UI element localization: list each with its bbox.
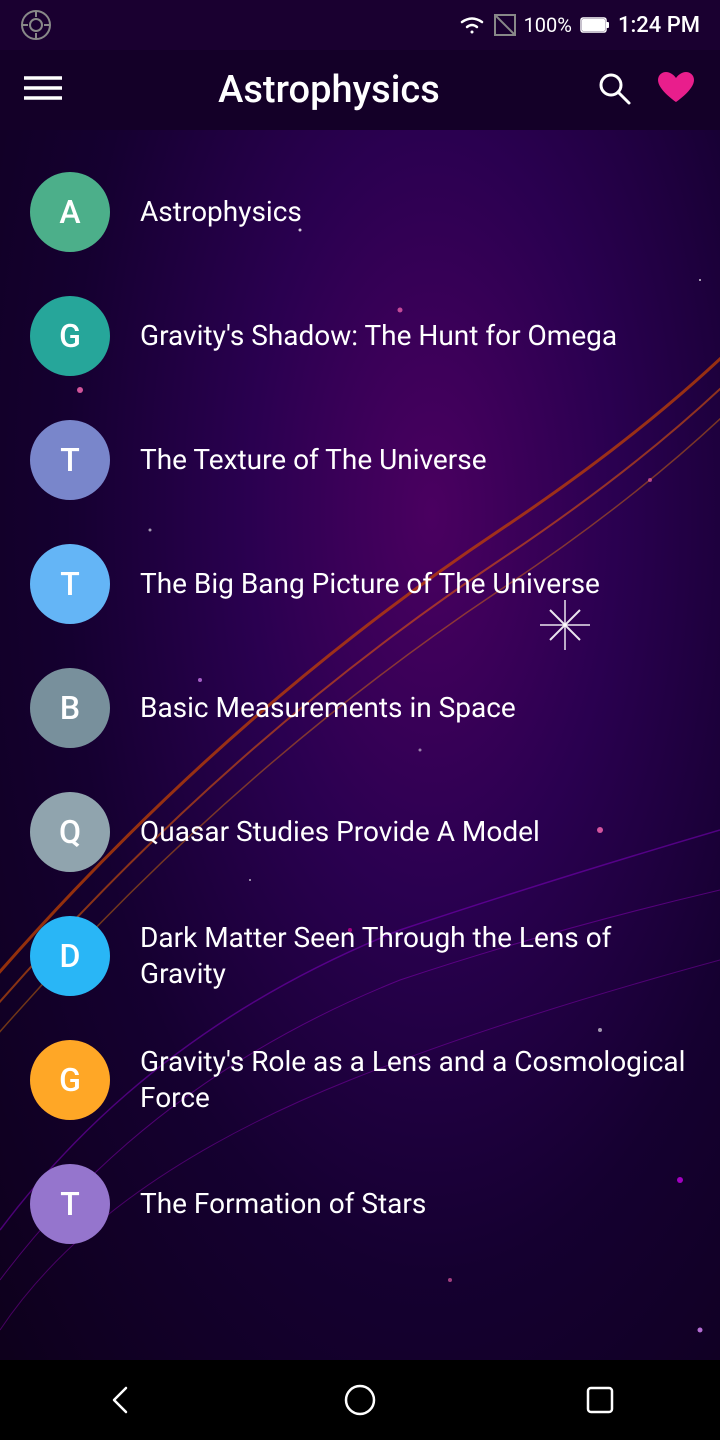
item-avatar: G	[30, 296, 110, 376]
battery-icon	[580, 16, 610, 34]
status-bar: 100% 1:24 PM	[0, 0, 720, 50]
item-avatar: A	[30, 172, 110, 252]
list-item[interactable]: B Basic Measurements in Space	[0, 646, 720, 770]
hamburger-icon	[24, 74, 62, 102]
item-title: Dark Matter Seen Through the Lens of Gra…	[140, 920, 690, 993]
item-avatar: T	[30, 544, 110, 624]
list-item[interactable]: Q Quasar Studies Provide A Model	[0, 770, 720, 894]
main-content: A Astrophysics G Gravity's Shadow: The H…	[0, 130, 720, 1410]
item-title: Gravity's Role as a Lens and a Cosmologi…	[140, 1044, 690, 1117]
item-title: Astrophysics	[140, 194, 302, 230]
search-button[interactable]	[596, 70, 632, 110]
list-item[interactable]: D Dark Matter Seen Through the Lens of G…	[0, 894, 720, 1018]
header-actions	[596, 70, 696, 110]
back-button[interactable]	[90, 1370, 150, 1430]
home-icon	[342, 1382, 378, 1418]
item-avatar: T	[30, 420, 110, 500]
recent-icon	[584, 1384, 616, 1416]
bottom-navigation	[0, 1360, 720, 1440]
signal-icon	[494, 14, 516, 36]
list-item[interactable]: G Gravity's Role as a Lens and a Cosmolo…	[0, 1018, 720, 1142]
list-item[interactable]: A Astrophysics	[0, 150, 720, 274]
list-item[interactable]: G Gravity's Shadow: The Hunt for Omega	[0, 274, 720, 398]
recent-button[interactable]	[570, 1370, 630, 1430]
item-title: Gravity's Shadow: The Hunt for Omega	[140, 318, 617, 354]
item-title: The Big Bang Picture of The Universe	[140, 566, 600, 602]
menu-button[interactable]	[24, 74, 62, 106]
list-item[interactable]: T The Big Bang Picture of The Universe	[0, 522, 720, 646]
item-avatar: Q	[30, 792, 110, 872]
list-item[interactable]: T The Texture of The Universe	[0, 398, 720, 522]
status-right: 100% 1:24 PM	[458, 13, 700, 38]
item-title: The Formation of Stars	[140, 1186, 426, 1222]
list-item[interactable]: T The Formation of Stars	[0, 1142, 720, 1266]
app-header: Astrophysics	[0, 50, 720, 130]
settings-icon	[20, 9, 52, 41]
item-title: The Texture of The Universe	[140, 442, 487, 478]
home-button[interactable]	[330, 1370, 390, 1430]
time-display: 1:24 PM	[618, 13, 700, 38]
item-avatar: T	[30, 1164, 110, 1244]
books-list: A Astrophysics G Gravity's Shadow: The H…	[0, 130, 720, 1286]
heart-icon	[656, 70, 696, 106]
wifi-icon	[458, 14, 486, 36]
item-avatar: B	[30, 668, 110, 748]
item-title: Basic Measurements in Space	[140, 690, 516, 726]
favorite-button[interactable]	[656, 70, 696, 110]
status-left	[20, 9, 52, 41]
item-avatar: D	[30, 916, 110, 996]
item-avatar: G	[30, 1040, 110, 1120]
search-icon	[596, 70, 632, 106]
back-icon	[102, 1382, 138, 1418]
item-title: Quasar Studies Provide A Model	[140, 814, 540, 850]
page-title: Astrophysics	[218, 68, 440, 112]
battery-text: 100%	[524, 13, 572, 37]
